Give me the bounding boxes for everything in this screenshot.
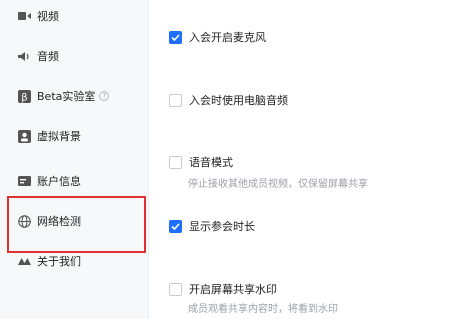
sidebar-item-label: 账户信息 xyxy=(37,175,81,188)
video-icon xyxy=(18,10,31,23)
option-label: 显示参会时长 xyxy=(189,220,255,233)
option-share-watermark[interactable]: 开启屏幕共享水印 xyxy=(169,281,277,297)
beta-lab-icon: β xyxy=(18,89,31,103)
network-test-highlight xyxy=(7,196,146,253)
checkbox-unchecked-icon[interactable] xyxy=(169,282,182,296)
option-label: 入会时使用电脑音频 xyxy=(189,94,288,107)
option-description: 停止接收其他成员视频，仅保留屏幕共享 xyxy=(188,179,368,190)
sidebar-item-about[interactable]: 关于我们 xyxy=(18,251,81,271)
option-show-duration[interactable]: 显示参会时长 xyxy=(169,218,255,234)
checkbox-unchecked-icon[interactable] xyxy=(169,155,182,169)
option-voice-mode[interactable]: 语音模式 xyxy=(169,154,233,170)
sidebar-item-virtual-background[interactable]: 虚拟背景 xyxy=(18,126,81,146)
sidebar-item-label: Beta实验室 xyxy=(37,90,96,103)
checkbox-checked-icon[interactable] xyxy=(169,30,182,44)
account-card-icon xyxy=(18,175,31,188)
option-label: 语音模式 xyxy=(189,156,233,169)
sidebar-item-video[interactable]: 视频 xyxy=(18,6,59,26)
help-icon[interactable]: ? xyxy=(99,91,110,101)
svg-text:β: β xyxy=(21,92,27,103)
option-description: 成员观看共享内容时，将看到水印 xyxy=(188,304,338,315)
person-icon xyxy=(18,129,31,143)
option-label: 开启屏幕共享水印 xyxy=(189,283,277,296)
sidebar-item-beta-lab[interactable]: β Beta实验室 ? xyxy=(18,86,110,106)
sidebar-item-label: 虚拟背景 xyxy=(37,130,81,143)
option-computer-audio[interactable]: 入会时使用电脑音频 xyxy=(169,92,288,108)
settings-sidebar: 视频 音频 β Beta实验室 ? 虚拟背景 账户信息 网络检测 关于我们 xyxy=(0,0,148,319)
option-mic-on-join[interactable]: 入会开启麦克风 xyxy=(169,29,266,45)
sidebar-item-label: 视频 xyxy=(37,10,59,23)
about-icon xyxy=(18,255,31,268)
sidebar-item-audio[interactable]: 音频 xyxy=(18,46,59,66)
checkbox-unchecked-icon[interactable] xyxy=(169,93,182,107)
checkbox-checked-icon[interactable] xyxy=(169,219,182,233)
sidebar-divider xyxy=(148,0,149,319)
sidebar-item-label: 关于我们 xyxy=(37,255,81,268)
sidebar-item-account[interactable]: 账户信息 xyxy=(18,171,81,191)
option-label: 入会开启麦克风 xyxy=(189,31,266,44)
speaker-icon xyxy=(18,50,31,63)
sidebar-item-label: 音频 xyxy=(37,50,59,63)
